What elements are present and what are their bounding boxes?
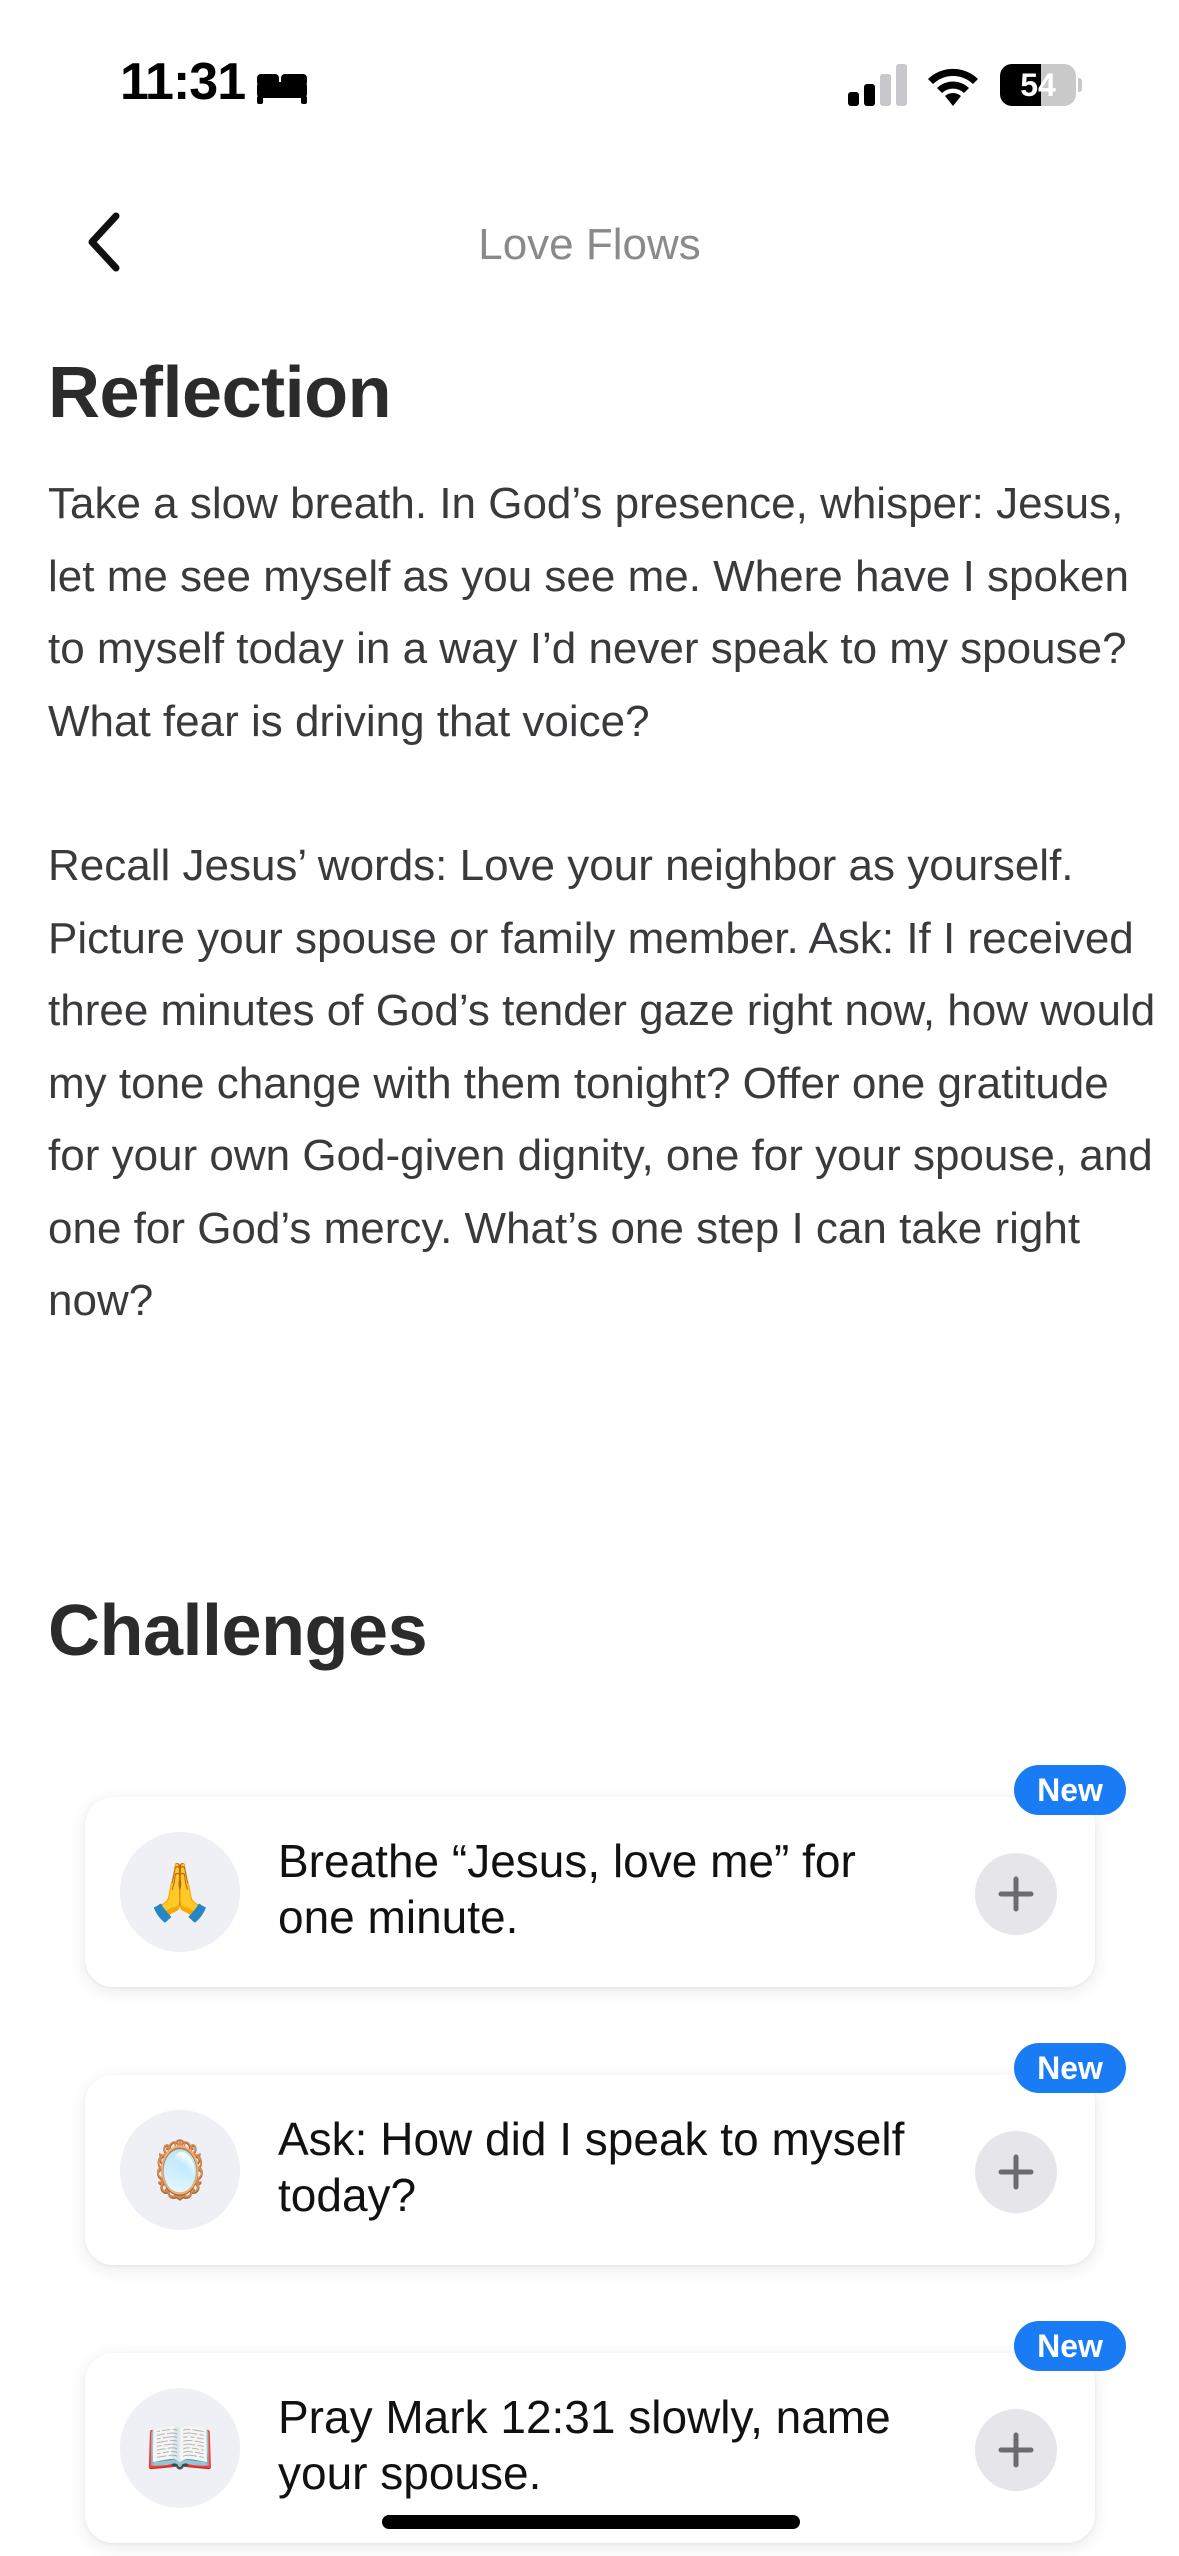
plus-icon [998,1876,1034,1912]
nav-title: Love Flows [478,220,701,269]
battery-icon: 54 [1000,64,1082,106]
challenge-text: Breathe “Jesus, love me” for one minute. [278,1835,856,1943]
status-time: 11:31 [120,53,246,111]
challenges-heading: Challenges [48,1591,428,1671]
plus-icon [998,2154,1034,2190]
new-badge: New [1014,1765,1126,1815]
challenge-text: Pray Mark 12:31 slowly, name your spouse… [278,2391,891,2499]
mirror-icon: 🪞 [120,2110,240,2230]
challenge-text: Ask: How did I speak to myself today? [278,2113,905,2221]
add-challenge-button[interactable] [975,2409,1057,2491]
reflection-heading: Reflection [48,353,392,433]
reflection-paragraph: Recall Jesus’ words: Love your neighbor … [48,841,1156,1325]
add-challenge-button[interactable] [975,1853,1057,1935]
new-badge: New [1014,2321,1126,2371]
reflection-body: Take a slow breath. In God’s presence, w… [48,468,1158,1338]
praying-hands-icon: 🙏 [120,1832,240,1952]
plus-icon [998,2432,1034,2468]
status-bar: 11:31 54 [0,0,1179,150]
challenge-card[interactable]: 🙏 Breathe “Jesus, love me” for one minut… [85,1797,1095,1987]
battery-level: 54 [1020,67,1056,103]
bed-icon [257,74,307,104]
add-challenge-button[interactable] [975,2131,1057,2213]
wifi-icon [928,68,978,106]
cellular-signal-icon [848,64,907,106]
home-indicator[interactable] [382,2515,800,2529]
open-book-icon: 📖 [120,2388,240,2508]
challenge-card[interactable]: 🪞 Ask: How did I speak to myself today? [85,2075,1095,2265]
new-badge: New [1014,2043,1126,2093]
reflection-paragraph: Take a slow breath. In God’s presence, w… [48,479,1129,746]
